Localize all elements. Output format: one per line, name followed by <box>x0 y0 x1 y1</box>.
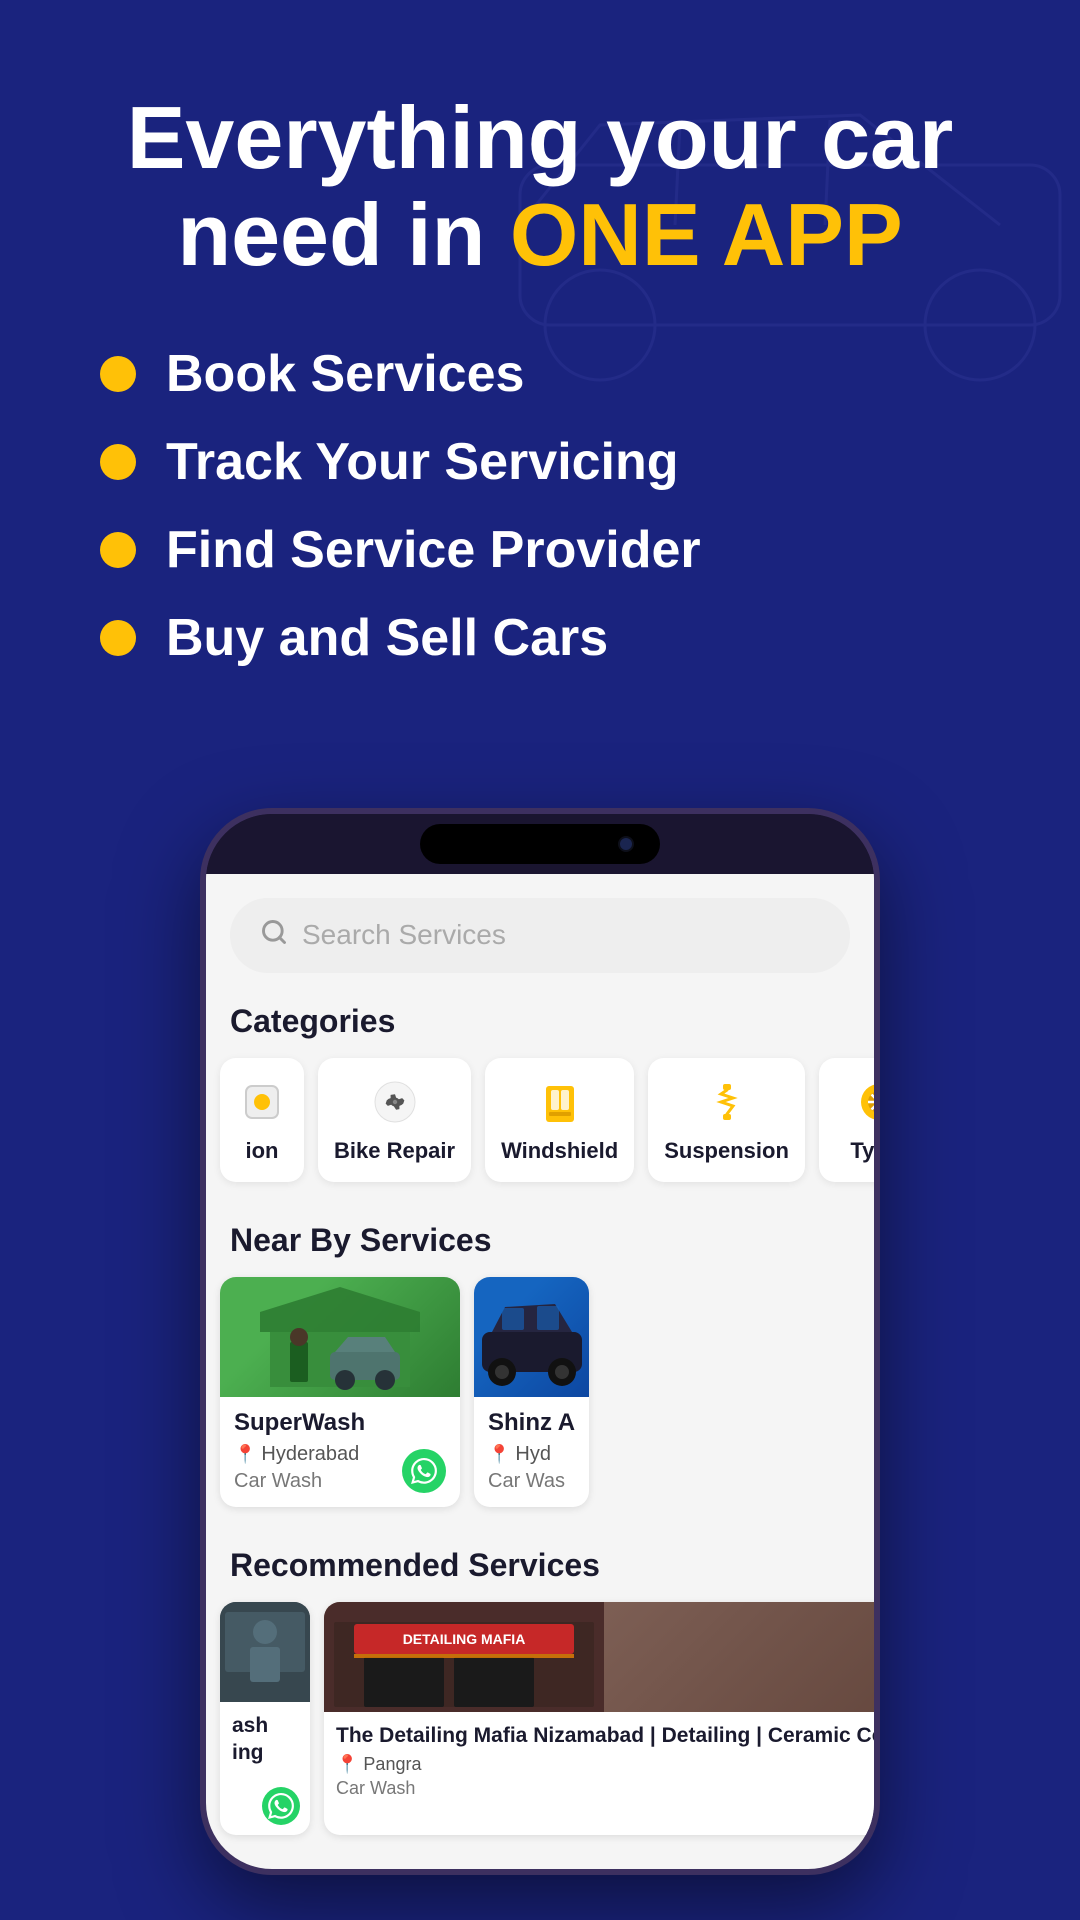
service-name-superwash: SuperWash <box>234 1409 446 1437</box>
recommended-title: Recommended Services <box>206 1529 874 1596</box>
rec-img-detailing: DETAILING MAFIA <box>324 1602 874 1712</box>
search-bar[interactable]: Search Services <box>230 898 850 973</box>
service-location-shinz: 📍 Hyd <box>488 1443 575 1466</box>
categories-section: Categories ion <box>206 985 874 1196</box>
phone-top-bar <box>206 814 874 874</box>
service-info-shinz: Shinz A 📍 Hyd Car Was <box>474 1397 589 1507</box>
location-pin-icon: 📍 <box>488 1444 510 1465</box>
category-item-windshield[interactable]: Windshield <box>485 1058 634 1182</box>
category-label-bike-repair: Bike Repair <box>334 1138 455 1164</box>
header-section: Everything your car need in ONE APP Book… <box>0 0 1080 808</box>
phone-camera <box>618 836 634 852</box>
rec-info-partial: ashing <box>220 1702 310 1808</box>
feature-item-buy: Buy and Sell Cars <box>100 608 980 668</box>
service-card-superwash[interactable]: SuperWash 📍 Hyderabad Car Wash <box>220 1277 460 1507</box>
recommended-section: Recommended Services <box>206 1521 874 1849</box>
category-item-bike-repair[interactable]: Bike Repair <box>318 1058 471 1182</box>
location-pin-icon: 📍 <box>336 1754 358 1775</box>
bullet-icon <box>100 356 136 392</box>
title-line1: Everything your car <box>127 88 954 187</box>
category-label-partial: ion <box>246 1138 279 1164</box>
rec-name-detailing: The Detailing Mafia Nizamabad | Detailin… <box>336 1722 874 1749</box>
category-label-windshield: Windshield <box>501 1138 618 1164</box>
nearby-title: Near By Services <box>206 1204 874 1271</box>
phone-section: Search Services Categories <box>0 808 1080 1875</box>
category-icon-partial <box>236 1076 288 1128</box>
feature-list: Book Services Track Your Servicing Find … <box>60 344 1020 668</box>
search-icon <box>260 918 288 953</box>
svg-text:DETAILING MAFIA: DETAILING MAFIA <box>403 1631 526 1647</box>
category-label-suspension: Suspension <box>664 1138 789 1164</box>
service-location-text: Hyderabad <box>261 1443 359 1466</box>
category-icon-bike-repair <box>369 1076 421 1128</box>
bullet-icon <box>100 444 136 480</box>
rec-card-detailing[interactable]: DETAILING MAFIA The Detailing Mafia Niza… <box>324 1602 874 1835</box>
categories-title: Categories <box>206 985 874 1052</box>
category-label-tyres: Tyres <box>850 1138 874 1164</box>
title-line2: need in <box>177 185 510 284</box>
feature-text-track: Track Your Servicing <box>166 432 679 492</box>
feature-item-track: Track Your Servicing <box>100 432 980 492</box>
category-item-tyres[interactable]: Tyres <box>819 1058 874 1182</box>
category-item-partial[interactable]: ion <box>220 1058 304 1182</box>
phone-notch <box>420 824 660 864</box>
feature-text-buy: Buy and Sell Cars <box>166 608 608 668</box>
rec-type-detailing: Car Wash <box>336 1778 874 1799</box>
category-item-suspension[interactable]: Suspension <box>648 1058 805 1182</box>
rec-info-detailing: The Detailing Mafia Nizamabad | Detailin… <box>324 1712 874 1835</box>
rec-name-partial: ashing <box>232 1712 298 1767</box>
feature-text-book: Book Services <box>166 344 524 404</box>
category-icon-windshield <box>534 1076 586 1128</box>
nearby-row: SuperWash 📍 Hyderabad Car Wash <box>206 1271 874 1521</box>
phone-screen: Search Services Categories <box>206 874 874 1849</box>
service-type-shinz: Car Was <box>488 1470 575 1493</box>
nearby-section: Near By Services <box>206 1196 874 1521</box>
service-name-shinz: Shinz A <box>488 1409 575 1437</box>
recommended-row: ashing <box>206 1596 874 1849</box>
search-container: Search Services <box>206 874 874 985</box>
title-highlight: ONE APP <box>510 185 903 284</box>
feature-text-find: Find Service Provider <box>166 520 701 580</box>
service-location-text-shinz: Hyd <box>515 1443 551 1466</box>
whatsapp-button-partial[interactable] <box>262 1787 300 1825</box>
phone-mockup: Search Services Categories <box>200 808 880 1875</box>
search-placeholder: Search Services <box>302 919 506 951</box>
service-img-shinz <box>474 1277 589 1397</box>
rec-location-text: Pangra <box>363 1754 421 1775</box>
category-icon-tyres <box>853 1076 874 1128</box>
rec-card-partial-left[interactable]: ashing <box>220 1602 310 1835</box>
shinz-image <box>474 1277 589 1397</box>
bullet-icon <box>100 620 136 656</box>
main-title: Everything your car need in ONE APP <box>60 90 1020 284</box>
feature-item-find: Find Service Provider <box>100 520 980 580</box>
rec-location-detailing: 📍 Pangra <box>336 1754 874 1775</box>
service-card-shinz[interactable]: Shinz A 📍 Hyd Car Was <box>474 1277 589 1507</box>
bullet-icon <box>100 532 136 568</box>
superwash-image <box>220 1277 460 1397</box>
rec-img-partial <box>220 1602 310 1702</box>
category-icon-suspension <box>701 1076 753 1128</box>
location-pin-icon: 📍 <box>234 1444 256 1465</box>
whatsapp-button-superwash[interactable] <box>402 1449 446 1493</box>
categories-row: ion <box>206 1052 874 1196</box>
service-img-superwash <box>220 1277 460 1397</box>
phone-bottom <box>206 1849 874 1869</box>
feature-item-book: Book Services <box>100 344 980 404</box>
